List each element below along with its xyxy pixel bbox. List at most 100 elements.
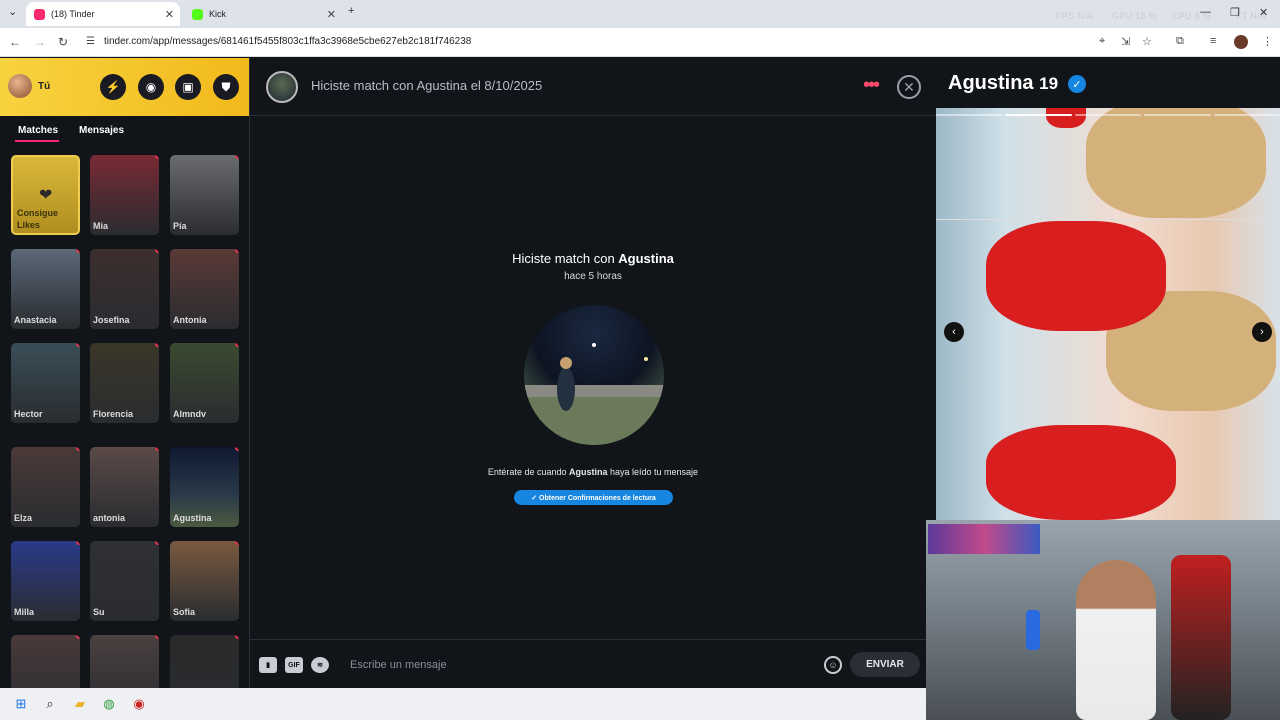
heart-icon: ❤ (39, 187, 53, 204)
new-match-dot (155, 541, 159, 545)
match-card[interactable]: Milla (11, 541, 80, 621)
streamer-webcam (926, 520, 1280, 720)
match-photo[interactable] (524, 305, 664, 445)
chat-panel: Hiciste match con Agustina el 8/10/2025 … (250, 58, 936, 688)
match-card[interactable]: Mia (90, 155, 159, 235)
match-card[interactable] (11, 635, 80, 688)
menu-icon[interactable]: ⋮ (1262, 35, 1273, 48)
windows-taskbar: ⊞ ⌕ ▰ ◍ ◉ (0, 688, 926, 720)
new-tab-button[interactable]: + (348, 5, 354, 17)
reading-list-icon[interactable]: ≡ (1210, 35, 1216, 47)
match-card[interactable]: Agustina (170, 447, 239, 527)
photo-band (936, 108, 1280, 220)
tab-matches[interactable]: Matches (18, 125, 58, 136)
photo-progress-segment[interactable] (1005, 114, 1072, 116)
location-icon[interactable]: ⌖ (1099, 35, 1105, 48)
microphone-image (1026, 610, 1040, 650)
send-button[interactable]: ENVIAR (850, 652, 920, 677)
my-profile-label[interactable]: Tú (38, 81, 50, 92)
chat-header-title: Hiciste match con Agustina el 8/10/2025 (311, 78, 543, 93)
spotify-icon[interactable]: ≋ (311, 657, 329, 673)
verified-badge-icon: ✓ (1068, 75, 1086, 93)
cast-icon[interactable]: ⇲ (1121, 35, 1130, 48)
close-tab-icon[interactable]: ✕ (327, 8, 336, 21)
tab-messages[interactable]: Mensajes (79, 125, 124, 136)
match-card[interactable]: Florencia (90, 343, 159, 423)
gaming-chair-image (1171, 555, 1231, 720)
match-card[interactable]: Sofia (170, 541, 239, 621)
match-time: hace 5 horas (564, 271, 622, 282)
photo-progress-segment[interactable] (936, 114, 1003, 116)
new-match-dot (76, 249, 80, 253)
minimize-icon[interactable]: — (1200, 6, 1211, 18)
browser-profile-avatar[interactable] (1234, 35, 1248, 49)
new-match-dot (235, 249, 239, 253)
shield-icon[interactable]: ⛊ (213, 74, 239, 100)
close-chat-button[interactable]: ✕ (897, 75, 921, 99)
browser-toolbar: ← → ↻ ☰ tinder.com/app/messages/681461f5… (0, 28, 1280, 57)
back-icon[interactable]: ← (9, 35, 21, 49)
monitor-image (928, 524, 1040, 554)
match-title: Hiciste match con Agustina (512, 251, 674, 266)
new-match-dot (235, 155, 239, 159)
match-card[interactable]: Su (90, 541, 159, 621)
previous-photo-icon[interactable]: ‹ (944, 322, 964, 342)
close-window-icon[interactable]: ✕ (1259, 6, 1268, 19)
match-card[interactable]: Elza (11, 447, 80, 527)
match-card[interactable] (170, 635, 239, 688)
match-card[interactable]: Hector (11, 343, 80, 423)
briefcase-icon[interactable]: ▣ (175, 74, 201, 100)
fps-readout: FPS N/A (1056, 11, 1094, 21)
my-avatar[interactable] (8, 74, 32, 98)
match-avatar[interactable] (266, 71, 298, 103)
match-card[interactable]: Almndv (170, 343, 239, 423)
match-card[interactable] (90, 635, 159, 688)
get-read-receipts-button[interactable]: ✓ Obtener Confirmaciones de lectura (514, 490, 673, 505)
reload-icon[interactable]: ↻ (58, 35, 68, 49)
new-match-dot (235, 447, 239, 451)
site-info-icon[interactable]: ☰ (86, 36, 95, 47)
match-name: Hector (14, 409, 43, 419)
message-input[interactable] (350, 655, 810, 675)
new-match-dot (76, 635, 80, 639)
more-options-icon[interactable]: ••• (863, 74, 880, 97)
match-card[interactable]: Pía (170, 155, 239, 235)
sticker-icon[interactable]: ▮ (259, 657, 277, 673)
browser-tab-kick[interactable]: Kick ✕ (184, 2, 342, 26)
bookmark-star-icon[interactable]: ☆ (1142, 35, 1152, 48)
gif-button[interactable]: GIF (285, 657, 303, 673)
match-card[interactable]: Antonia (170, 249, 239, 329)
profile-photo[interactable] (936, 108, 1280, 520)
address-bar[interactable]: tinder.com/app/messages/681461f5455f803c… (104, 36, 471, 47)
kick-favicon-icon (192, 8, 203, 20)
match-card[interactable]: Josefina (90, 249, 159, 329)
extensions-icon[interactable]: ⧉ (1176, 35, 1184, 48)
search-icon[interactable]: ⌕ (42, 696, 58, 712)
compass-icon[interactable]: ◉ (138, 74, 164, 100)
bolt-icon[interactable]: ⚡ (100, 74, 126, 100)
photo-progress-segment[interactable] (1074, 114, 1142, 116)
match-name: Antonia (173, 315, 207, 325)
next-photo-icon[interactable]: › (1252, 322, 1272, 342)
chrome-icon[interactable]: ◍ (101, 696, 117, 712)
match-name: Elza (14, 513, 33, 523)
get-likes-card[interactable]: ❤ Consigue Likes (11, 155, 80, 235)
photo-progress-segment[interactable] (1144, 114, 1211, 116)
windows-start-icon[interactable]: ⊞ (13, 696, 29, 712)
match-card[interactable]: Anastacia (11, 249, 80, 329)
match-card[interactable]: antonia (90, 447, 159, 527)
photo-progress-segment[interactable] (1213, 114, 1280, 116)
match-name: antonia (93, 513, 126, 523)
file-explorer-icon[interactable]: ▰ (72, 696, 88, 712)
active-tab-indicator (15, 140, 59, 142)
emoji-icon[interactable]: ☺ (824, 656, 842, 674)
match-photo-scene (524, 343, 664, 445)
match-name: Josefina (93, 315, 130, 325)
tab-search-icon[interactable]: ⌄ (8, 5, 17, 18)
forward-icon[interactable]: → (34, 35, 46, 49)
browser-tab-tinder[interactable]: (18) Tinder ✕ (26, 2, 180, 26)
close-tab-icon[interactable]: ✕ (165, 8, 174, 21)
restore-icon[interactable]: ❐ (1230, 6, 1240, 19)
app-icon[interactable]: ◉ (131, 696, 147, 712)
get-likes-label: Consigue Likes (17, 208, 59, 230)
